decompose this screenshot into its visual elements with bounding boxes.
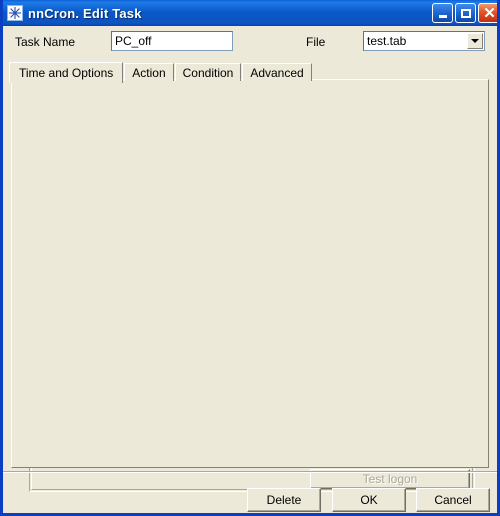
- task-name-label: Task Name: [15, 35, 76, 49]
- tab-condition[interactable]: Condition: [174, 63, 242, 81]
- file-combobox[interactable]: test.tab: [363, 31, 485, 51]
- tab-advanced[interactable]: Advanced: [242, 63, 312, 81]
- close-button[interactable]: ✕: [478, 3, 497, 23]
- maximize-button[interactable]: [455, 3, 476, 23]
- client-area: Task Name PC_off File test.tab Time and …: [3, 26, 497, 513]
- edit-task-window: nnCron. Edit Task ✕ Task Name PC_off Fil…: [0, 0, 500, 516]
- title-bar[interactable]: nnCron. Edit Task ✕: [3, 0, 497, 26]
- footer-divider: [3, 471, 497, 473]
- tab-action[interactable]: Action: [124, 63, 174, 81]
- tab-strip: Time and Options Action Condition Advanc…: [9, 61, 313, 83]
- minimize-button[interactable]: [432, 3, 453, 23]
- close-icon: ✕: [483, 4, 496, 22]
- task-name-input[interactable]: PC_off: [111, 31, 233, 51]
- chevron-down-icon[interactable]: [467, 33, 483, 49]
- file-combobox-value: test.tab: [367, 34, 407, 48]
- window-title: nnCron. Edit Task: [28, 5, 142, 21]
- clock-icon: [7, 5, 23, 21]
- ok-button[interactable]: OK: [332, 488, 406, 512]
- delete-button[interactable]: Delete: [247, 488, 321, 512]
- maximize-icon: [456, 4, 475, 22]
- file-label: File: [306, 35, 326, 49]
- tab-panel-time-and-options: [11, 79, 489, 468]
- window-controls: ✕: [432, 3, 497, 23]
- minimize-icon: [433, 4, 452, 22]
- cancel-button[interactable]: Cancel: [416, 488, 490, 512]
- tab-time-and-options[interactable]: Time and Options: [9, 62, 124, 83]
